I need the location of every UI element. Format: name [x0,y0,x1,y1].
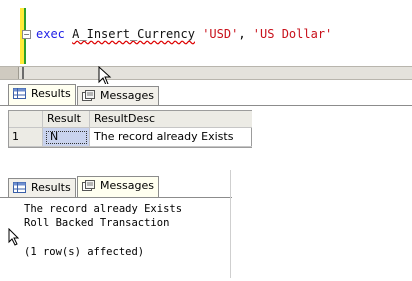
message-line: The record already Exists [24,203,183,215]
collapse-region-icon[interactable]: − [22,30,31,39]
string-arg-code: 'USD' [202,27,239,41]
message-line: (1 row(s) affected) [24,246,145,259]
sql-statement[interactable]: exec A_Insert_Currency 'USD', 'US Dollar… [36,27,332,41]
splitter-line [22,67,24,79]
messages-icon [82,90,95,101]
column-header-resultdesc[interactable]: ResultDesc [90,111,252,128]
string-arg-description: 'US Dollar' [252,27,333,41]
splitter-notch[interactable] [0,67,19,79]
text-cursor-icon [8,228,20,246]
message-line: ​ [24,231,182,245]
procedure-name: A_Insert_Currency [72,27,195,41]
exec-keyword: exec [36,27,65,41]
results-tabstrip-bottom: Results Messages [0,176,232,198]
results-grid[interactable]: Result ResultDesc 1 N The record already… [8,110,252,148]
tab-messages[interactable]: Messages [77,86,159,105]
message-line: Roll Backed Transaction [24,217,170,230]
grid-cell-resultdesc[interactable]: The record already Exists [90,128,252,147]
query-editor[interactable]: − exec A_Insert_Currency 'USD', 'US Doll… [0,0,412,66]
grid-corner[interactable] [9,111,43,128]
results-grid-icon [13,182,26,193]
tabstrip-baseline [0,105,412,106]
tab-results[interactable]: Results [8,84,76,105]
results-grid-icon [13,88,26,99]
messages-output[interactable]: The record already Exists Roll Backed Tra… [24,202,182,260]
row-header[interactable]: 1 [9,128,43,147]
tabstrip-baseline-bottom [0,197,232,198]
column-header-result[interactable]: Result [43,111,90,128]
tab-messages-bottom[interactable]: Messages [77,176,159,197]
arg-separator: , [238,27,246,41]
grid-cell-result[interactable]: N [43,128,90,147]
pane-edge [230,170,231,278]
editor-results-splitter[interactable] [0,66,412,80]
results-tabstrip-top: Results Messages [0,84,412,106]
messages-icon [82,180,95,191]
tab-results-bottom[interactable]: Results [8,178,76,197]
